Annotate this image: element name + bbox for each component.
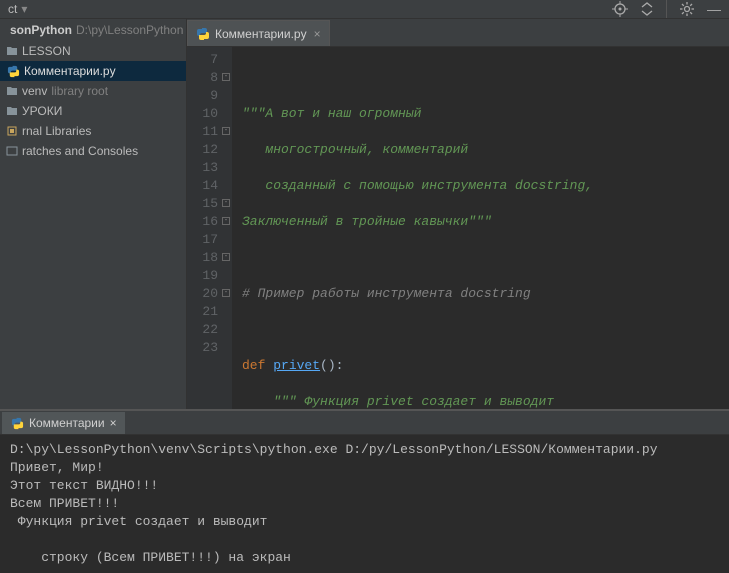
python-file-icon xyxy=(10,416,24,430)
console-tab-label: Комментарии xyxy=(29,416,105,430)
sidebar-item-ratches-and-consoles[interactable]: ratches and Consoles xyxy=(0,141,186,161)
top-toolbar: ct ▾ — xyxy=(0,0,729,19)
python-file-icon xyxy=(196,27,210,41)
sidebar-item-venv[interactable]: venv library root xyxy=(0,81,186,101)
console-panel: Комментарии × D:\py\LessonPython\venv\Sc… xyxy=(0,409,729,573)
gutter: 78-91011-12131415-16-1718-1920-212223 xyxy=(187,47,232,409)
sidebar-item--[interactable]: УРОКИ xyxy=(0,101,186,121)
toolbar-divider xyxy=(666,0,667,18)
console-tab[interactable]: Комментарии × xyxy=(2,412,125,434)
code-editor[interactable]: 78-91011-12131415-16-1718-1920-212223 ""… xyxy=(187,47,729,409)
editor-tab-bar: Комментарии.py × xyxy=(187,19,729,47)
code-content: """А вот и наш огромный многострочный, к… xyxy=(232,47,593,409)
tab-file[interactable]: Комментарии.py × xyxy=(187,20,330,46)
collapse-icon[interactable] xyxy=(640,2,654,16)
close-icon[interactable]: × xyxy=(110,416,117,430)
project-root[interactable]: sonPython D:\py\LessonPython xyxy=(0,19,186,41)
sidebar-item-lesson[interactable]: LESSON xyxy=(0,41,186,61)
project-dropdown-label[interactable]: ct xyxy=(8,2,17,16)
console-output[interactable]: D:\py\LessonPython\venv\Scripts\python.e… xyxy=(0,435,729,573)
gear-icon[interactable] xyxy=(679,1,695,17)
target-icon[interactable] xyxy=(612,1,628,17)
tab-label: Комментарии.py xyxy=(215,27,307,41)
console-tab-bar: Комментарии × xyxy=(0,411,729,435)
editor-area: Комментарии.py × 78-91011-12131415-16-17… xyxy=(187,19,729,409)
main-row: sonPython D:\py\LessonPython LESSONКомме… xyxy=(0,19,729,409)
hide-icon[interactable]: — xyxy=(707,1,721,17)
project-sidebar: sonPython D:\py\LessonPython LESSONКомме… xyxy=(0,19,187,409)
close-icon[interactable]: × xyxy=(314,27,321,41)
sidebar-item-rnal-libraries[interactable]: rnal Libraries xyxy=(0,121,186,141)
sidebar-item--py[interactable]: Комментарии.py xyxy=(0,61,186,81)
